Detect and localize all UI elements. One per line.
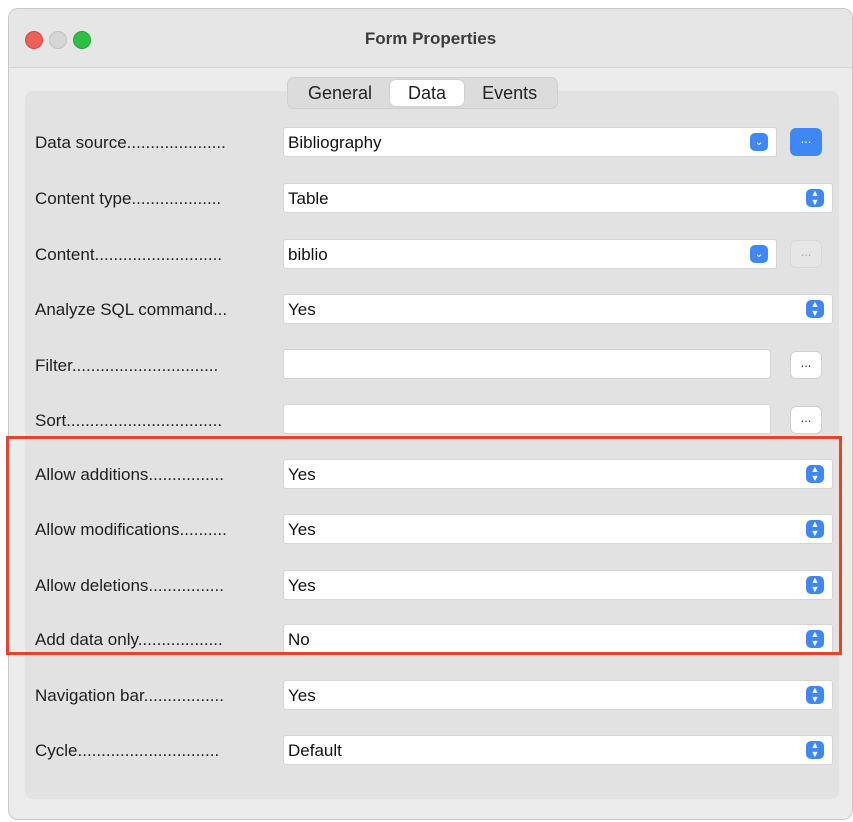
analyze-sql-command-select[interactable]: Yes ▲ ▼ [283,294,833,324]
sort-label: Sort................................. [35,411,223,430]
navigation-bar-select[interactable]: Yes ▲ ▼ [283,680,833,710]
chevron-down-icon[interactable]: ⌄ [750,133,768,151]
navigation-bar-label: Navigation bar................. [35,686,224,705]
cycle-select[interactable]: Default ▲ ▼ [283,735,833,765]
data-source-label: Data source..................... [35,133,226,152]
content-type-label: Content type................... [35,189,222,208]
content-value: biblio [288,245,328,264]
tab-bar: General Data Events [287,77,559,109]
data-source-browse-button[interactable]: ... [790,128,822,156]
data-source-combobox[interactable]: Bibliography ⌄ [283,127,777,157]
content-combobox[interactable]: biblio ⌄ [283,239,777,269]
data-source-value: Bibliography [288,133,382,152]
up-down-stepper-icon[interactable]: ▲ ▼ [806,686,824,704]
chevron-down-icon[interactable]: ⌄ [750,245,768,263]
content-browse-button[interactable]: ... [790,240,822,268]
cycle-value: Default [288,741,342,760]
content-type-value: Table [288,189,329,208]
content-type-select[interactable]: Table ▲ ▼ [283,183,833,213]
highlight-annotation-box [6,436,842,655]
navigation-bar-value: Yes [288,686,316,705]
analyze-sql-command-label: Analyze SQL command... [35,300,228,319]
window-title: Form Properties [364,29,497,48]
up-down-stepper-icon[interactable]: ▲ ▼ [806,741,824,759]
filter-label: Filter............................... [35,356,219,375]
up-down-stepper-icon[interactable]: ▲ ▼ [806,189,824,207]
analyze-sql-command-value: Yes [288,300,316,319]
filter-browse-button[interactable]: ... [790,351,822,379]
filter-input[interactable] [283,349,771,379]
title-bar: Form Properties [9,9,852,68]
form-properties-dialog: Form Properties General Data Events Data… [8,8,853,820]
tab-general[interactable]: General [290,80,390,106]
content-label: Content........................... [35,245,223,264]
tab-data[interactable]: Data [390,80,465,106]
up-down-stepper-icon[interactable]: ▲ ▼ [806,300,824,318]
sort-browse-button[interactable]: ... [790,406,822,434]
tab-events[interactable]: Events [464,80,555,106]
cycle-label: Cycle.............................. [35,741,220,760]
sort-input[interactable] [283,404,771,434]
